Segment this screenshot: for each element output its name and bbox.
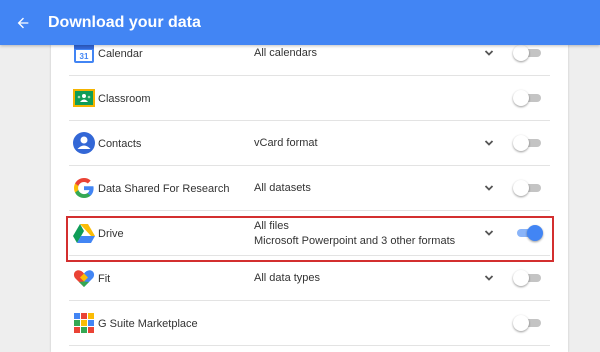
product-row-contacts: Contacts vCard format <box>69 121 550 166</box>
product-row-fit: Fit All data types <box>69 256 550 301</box>
product-row-calendar: 31 Calendar All calendars <box>69 45 550 76</box>
toggle-contacts[interactable] <box>513 134 543 152</box>
toggle-data-shared-for-research[interactable] <box>513 179 543 197</box>
app-bar: Download your data <box>0 0 600 45</box>
chevron-down-icon[interactable] <box>483 182 495 194</box>
drive-icon <box>73 224 95 243</box>
product-name: Data Shared For Research <box>98 182 230 195</box>
toggle-fit[interactable] <box>513 269 543 287</box>
chevron-down-icon[interactable] <box>483 137 495 149</box>
product-name: Fit <box>98 272 111 285</box>
product-format: vCard format <box>254 121 318 166</box>
page-title: Download your data <box>48 13 201 31</box>
chevron-down-icon[interactable] <box>483 227 495 239</box>
product-row-drive: Drive All files Microsoft Powerpoint and… <box>69 211 550 256</box>
marketplace-icon <box>74 313 94 333</box>
product-name: Classroom <box>98 92 151 105</box>
calendar-icon: 31 <box>74 45 94 63</box>
product-row-g-suite-marketplace: G Suite Marketplace <box>69 301 550 346</box>
product-name: Contacts <box>98 137 142 150</box>
chevron-down-icon[interactable] <box>483 47 495 59</box>
toggle-calendar[interactable] <box>513 45 543 62</box>
format-line: All calendars <box>254 47 317 59</box>
toggle-knob <box>513 180 529 196</box>
chevron-down-icon[interactable] <box>483 272 495 284</box>
format-line: All files <box>254 219 289 232</box>
arrow-back-icon <box>17 17 29 28</box>
product-name: Drive <box>98 227 124 240</box>
back-button[interactable] <box>9 9 37 37</box>
fit-icon <box>73 270 95 287</box>
product-format: All datasets <box>254 166 311 211</box>
product-format: All files Microsoft Powerpoint and 3 oth… <box>254 211 455 256</box>
product-format: All data types <box>254 256 320 301</box>
toggle-g-suite-marketplace[interactable] <box>513 314 543 332</box>
toggle-knob <box>513 135 529 151</box>
product-name: G Suite Marketplace <box>98 317 198 330</box>
toggle-classroom[interactable] <box>513 89 543 107</box>
product-name: Calendar <box>98 47 143 60</box>
format-line: All datasets <box>254 182 311 194</box>
format-line: Microsoft Powerpoint and 3 other formats <box>254 234 456 247</box>
toggle-knob <box>513 270 529 286</box>
format-line: All data types <box>254 272 321 284</box>
product-row-data-shared-for-research: Data Shared For Research All datasets <box>69 166 550 211</box>
format-line: vCard format <box>254 137 318 149</box>
google-g-icon <box>74 178 94 198</box>
toggle-knob <box>513 45 529 61</box>
toggle-knob <box>527 225 543 241</box>
toggle-knob <box>513 315 529 331</box>
product-row-classroom: Classroom <box>69 76 550 121</box>
toggle-drive[interactable] <box>513 224 543 242</box>
product-format: All calendars <box>254 45 317 76</box>
contacts-icon <box>73 132 95 154</box>
products-card: 31 Calendar All calendars Classroom Cont… <box>51 45 568 352</box>
svg-text:31: 31 <box>80 52 89 61</box>
classroom-icon <box>73 89 95 107</box>
toggle-knob <box>513 90 529 106</box>
